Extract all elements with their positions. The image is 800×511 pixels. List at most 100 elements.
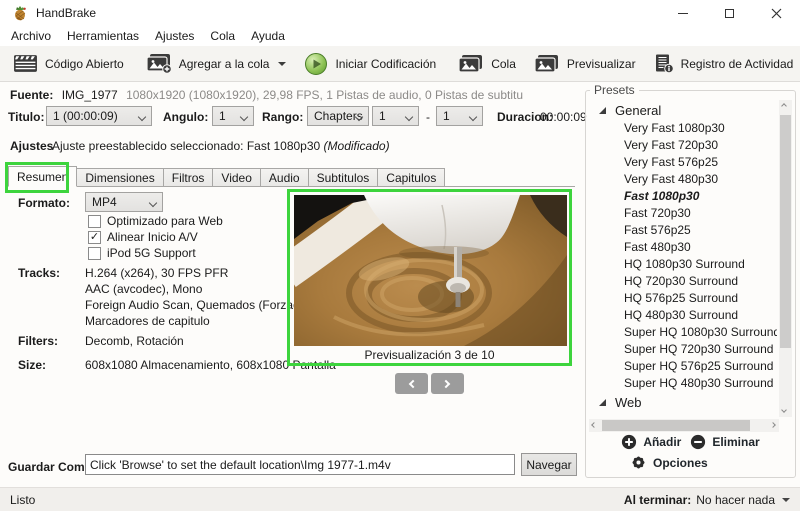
close-icon	[771, 8, 782, 19]
preset-item-selected[interactable]: Fast 1080p30	[587, 188, 777, 205]
expand-triangle-icon	[599, 107, 606, 114]
preset-group-label: General	[615, 103, 661, 118]
range-to-value: 1	[443, 109, 450, 123]
preset-item[interactable]: Fast 720p30	[587, 205, 777, 222]
preset-item[interactable]: HQ 1080p30 Surround	[587, 256, 777, 273]
when-done-label: Al terminar:	[624, 493, 691, 507]
chevron-right-icon	[442, 379, 450, 387]
range-label: Rango:	[262, 110, 303, 124]
preset-item[interactable]: HQ 480p30 Surround	[587, 307, 777, 324]
add-preset-button[interactable]: Añadir	[621, 434, 681, 450]
menu-archivo[interactable]: Archivo	[3, 27, 59, 45]
preset-options-row: Opciones	[630, 454, 708, 471]
save-as-input[interactable]	[85, 454, 515, 475]
preset-item[interactable]: Fast 576p25	[587, 222, 777, 239]
preset-group-general[interactable]: General	[587, 100, 777, 120]
minus-circle-icon	[690, 434, 706, 450]
preset-item[interactable]: Fast 480p30	[587, 239, 777, 256]
browse-button[interactable]: Navegar	[521, 453, 577, 476]
preview-button[interactable]: Previsualizar	[525, 49, 645, 79]
tab-video[interactable]: Video	[212, 168, 260, 187]
preset-status-label: Ajustes	[10, 139, 53, 153]
add-preset-label: Añadir	[643, 435, 681, 449]
tab-capitulos[interactable]: Capitulos	[377, 168, 445, 187]
preset-status-name: Fast 1080p30	[247, 139, 320, 153]
format-select-value: MP4	[92, 195, 117, 209]
next-preview-button[interactable]	[431, 373, 464, 394]
checkbox-icon	[88, 215, 101, 228]
scroll-up-icon	[781, 103, 787, 109]
previous-preview-button[interactable]	[395, 373, 428, 394]
angle-select[interactable]: 1	[212, 106, 254, 126]
remove-preset-button[interactable]: Eliminar	[690, 434, 759, 450]
start-encode-label: Iniciar Codificación	[335, 57, 436, 71]
preset-item[interactable]: HQ 720p30 Surround	[587, 273, 777, 290]
range-type-select[interactable]: Chapters	[307, 106, 369, 126]
start-encode-button[interactable]: Iniciar Codificación	[295, 49, 445, 79]
close-button[interactable]	[753, 0, 800, 26]
presets-horizontal-scrollbar[interactable]	[589, 419, 779, 432]
title-bar: HandBrake	[0, 0, 800, 26]
preset-item[interactable]: Very Fast 480p30	[587, 171, 777, 188]
gear-icon	[630, 454, 647, 471]
angle-select-value: 1	[219, 109, 226, 123]
preset-item[interactable]: Very Fast 720p30	[587, 137, 777, 154]
filters-label: Filters:	[18, 334, 58, 348]
tab-subtitulos[interactable]: Subtitulos	[308, 168, 379, 187]
presets-vertical-scrollbar[interactable]	[779, 100, 792, 417]
preset-item[interactable]: Super HQ 576p25 Surround	[587, 358, 777, 375]
filters-value: Decomb, Rotación	[85, 334, 184, 348]
menu-ayuda[interactable]: Ayuda	[243, 27, 293, 45]
range-from-select[interactable]: 1	[372, 106, 419, 126]
clapperboard-icon	[13, 54, 38, 73]
activity-log-button[interactable]: Registro de Actividad	[645, 49, 800, 79]
preset-item[interactable]: Super HQ 480p30 Surround	[587, 375, 777, 392]
preset-options-button[interactable]: Opciones	[630, 454, 708, 471]
tab-audio[interactable]: Audio	[260, 168, 309, 187]
preset-group-web[interactable]: Web	[587, 392, 777, 412]
play-icon	[304, 52, 328, 76]
title-select-value: 1 (00:00:09)	[53, 109, 118, 123]
preset-item[interactable]: Very Fast 1080p30	[587, 120, 777, 137]
scroll-right-icon	[770, 422, 776, 428]
menu-herramientas[interactable]: Herramientas	[59, 27, 147, 45]
activity-log-label: Registro de Actividad	[681, 57, 794, 71]
tab-filtros[interactable]: Filtros	[163, 168, 214, 187]
format-select[interactable]: MP4	[85, 192, 163, 212]
track-line: Marcadores de capitulo	[85, 314, 210, 328]
range-dash: -	[426, 110, 430, 124]
add-to-queue-button[interactable]: Agregar a la cola	[137, 49, 296, 79]
checkbox-ipod[interactable]: iPod 5G Support	[88, 246, 196, 260]
range-type-value: Chapters	[314, 109, 363, 123]
preview-label: Previsualizar	[567, 57, 636, 71]
scroll-down-icon	[781, 407, 787, 413]
maximize-button[interactable]	[706, 0, 753, 26]
tracks-label: Tracks:	[18, 266, 60, 280]
preset-item[interactable]: Super HQ 720p30 Surround	[587, 341, 777, 358]
minimize-button[interactable]	[659, 0, 706, 26]
preset-item[interactable]: Very Fast 576p25	[587, 154, 777, 171]
menu-cola[interactable]: Cola	[202, 27, 243, 45]
horizontal-scroll-thumb[interactable]	[602, 420, 750, 431]
when-done-select[interactable]: No hacer nada	[696, 493, 775, 507]
chevron-left-icon	[409, 379, 417, 387]
size-label: Size:	[18, 358, 46, 372]
presets-panel-title: Presets	[590, 83, 639, 97]
open-source-button[interactable]: Código Abierto	[4, 49, 133, 79]
checkbox-web-optimized[interactable]: Optimizado para Web	[88, 214, 223, 228]
menu-ajustes[interactable]: Ajustes	[147, 27, 202, 45]
activity-log-icon	[654, 53, 674, 74]
checkbox-align-av[interactable]: ✓ Alinear Inicio A/V	[88, 230, 198, 244]
preset-status-modified: (Modificado)	[324, 139, 390, 153]
tab-dimensiones[interactable]: Dimensiones	[76, 168, 163, 187]
preset-item[interactable]: Super HQ 1080p30 Surround	[587, 324, 777, 341]
title-select[interactable]: 1 (00:00:09)	[46, 106, 152, 126]
preset-item[interactable]: HQ 576p25 Surround	[587, 290, 777, 307]
preset-options-label: Opciones	[653, 456, 708, 470]
checkbox-icon	[88, 247, 101, 260]
range-to-select[interactable]: 1	[436, 106, 483, 126]
queue-button[interactable]: Cola	[449, 49, 525, 79]
angle-label: Angulo:	[163, 110, 208, 124]
vertical-scroll-thumb[interactable]	[780, 115, 791, 348]
tab-resumen[interactable]: Resumen	[8, 166, 77, 187]
